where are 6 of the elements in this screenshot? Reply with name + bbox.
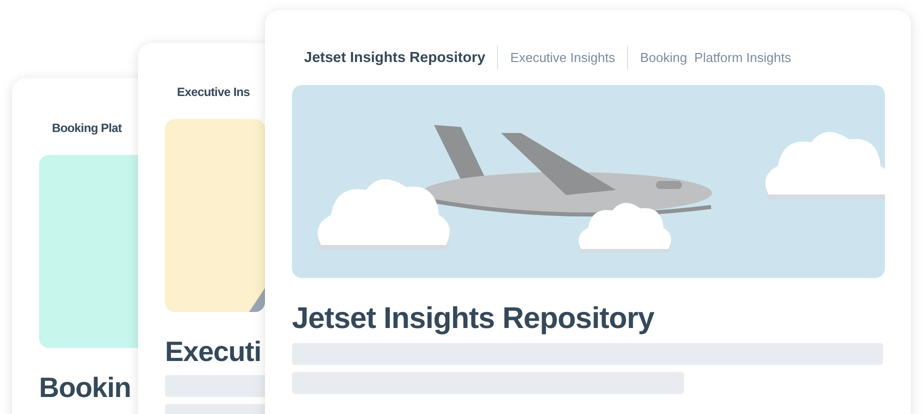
page-title: Bookin	[39, 372, 131, 404]
page-title: Executi	[165, 336, 262, 368]
nav-tab[interactable]: Booking Plat	[52, 121, 134, 135]
nav-tab[interactable]: Jetset Insights Repository	[304, 50, 498, 66]
page-title: Jetset Insights Repository	[292, 302, 654, 336]
nav-tab[interactable]: Executive Ins	[177, 85, 262, 99]
